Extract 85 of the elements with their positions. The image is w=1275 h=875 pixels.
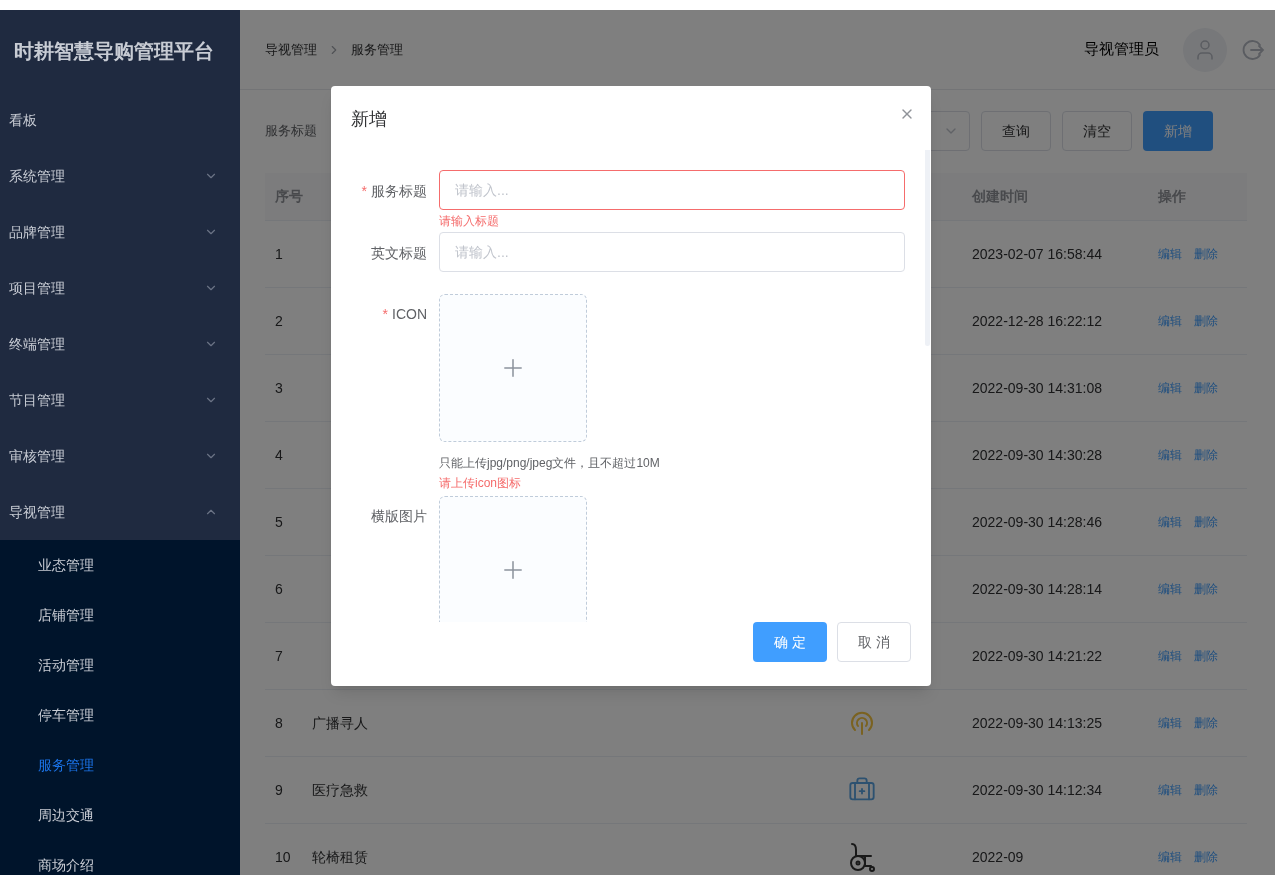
table-cell: 2022-09-30 14:31:08 bbox=[972, 379, 1102, 396]
cancel-button[interactable]: 取 消 bbox=[837, 622, 911, 662]
submenu-item[interactable]: 商场介绍 bbox=[0, 840, 240, 875]
upload-hint: 只能上传jpg/png/jpeg文件，且不超过10M bbox=[439, 455, 661, 472]
table-cell-text: 3 bbox=[274, 378, 284, 398]
edit-link[interactable]: 编辑 bbox=[1158, 245, 1182, 263]
delete-link[interactable]: 删除 bbox=[1194, 647, 1218, 665]
sidebar-item[interactable]: 审核管理 bbox=[0, 428, 240, 484]
edit-link[interactable]: 编辑 bbox=[1158, 714, 1182, 732]
table-cell-text: 1 bbox=[274, 244, 284, 264]
table-cell: 2022-09-30 14:28:14 bbox=[972, 580, 1102, 597]
edit-link[interactable]: 编辑 bbox=[1158, 580, 1182, 598]
sidebar-item[interactable]: 终端管理 bbox=[0, 316, 240, 372]
field-label: 横版图片 bbox=[371, 507, 427, 526]
filter-label: 服务标题 bbox=[265, 122, 318, 141]
dialog-title: 新增 bbox=[351, 107, 387, 131]
edit-link[interactable]: 编辑 bbox=[1158, 312, 1182, 330]
field-label: 英文标题 bbox=[371, 244, 427, 263]
text-input[interactable]: 请输入... bbox=[439, 170, 905, 210]
submenu-item[interactable]: 停车管理 bbox=[0, 690, 240, 740]
edit-link[interactable]: 编辑 bbox=[1158, 848, 1182, 866]
sidebar-item[interactable]: 系统管理 bbox=[0, 148, 240, 204]
table-cell: 2022-09-30 14:28:46 bbox=[972, 513, 1102, 530]
delete-link[interactable]: 删除 bbox=[1194, 714, 1218, 732]
table-cell: 2022-09 bbox=[972, 848, 1024, 865]
edit-link[interactable]: 编辑 bbox=[1158, 781, 1182, 799]
table-cell-text: 6 bbox=[274, 579, 284, 599]
avatar[interactable] bbox=[1183, 27, 1227, 72]
table-cell: 2022-09-30 14:21:22 bbox=[972, 647, 1102, 664]
table-cell: 2022-09-30 14:30:28 bbox=[972, 446, 1102, 463]
table-cell-text: 9 bbox=[274, 780, 284, 800]
table-cell-text: 8 bbox=[274, 713, 284, 733]
table-cell: 2023-02-07 16:58:44 bbox=[972, 245, 1102, 262]
confirm-button[interactable]: 确 定 bbox=[753, 622, 827, 662]
edit-link[interactable]: 编辑 bbox=[1158, 647, 1182, 665]
table-cell: 2022-09-30 14:13:25 bbox=[972, 714, 1102, 731]
wheelchair-icon bbox=[847, 842, 877, 872]
delete-link[interactable]: 删除 bbox=[1194, 312, 1218, 330]
delete-link[interactable]: 删除 bbox=[1194, 580, 1218, 598]
sidebar-item[interactable]: 导视管理 bbox=[0, 484, 240, 540]
submenu-item[interactable]: 业态管理 bbox=[0, 540, 240, 590]
user-name: 导视管理员 bbox=[1084, 39, 1159, 60]
delete-link[interactable]: 删除 bbox=[1194, 379, 1218, 397]
sidebar-item[interactable]: 品牌管理 bbox=[0, 204, 240, 260]
error-message: 请上传icon图标 bbox=[439, 475, 522, 492]
delete-link[interactable]: 删除 bbox=[1194, 781, 1218, 799]
edit-link[interactable]: 编辑 bbox=[1158, 379, 1182, 397]
table-cell-text: 7 bbox=[274, 646, 284, 666]
add-button[interactable]: 新增 bbox=[1143, 111, 1213, 151]
delete-link[interactable]: 删除 bbox=[1194, 848, 1218, 866]
table-cell-text: 10 bbox=[274, 847, 292, 867]
upload-box[interactable] bbox=[439, 496, 587, 622]
required-mark: * bbox=[382, 305, 388, 324]
filter-button[interactable]: 清空 bbox=[1062, 111, 1132, 151]
delete-link[interactable]: 删除 bbox=[1194, 245, 1218, 263]
submenu-item[interactable]: 周边交通 bbox=[0, 790, 240, 840]
upload-box[interactable] bbox=[439, 294, 587, 442]
scrollbar[interactable] bbox=[925, 150, 930, 346]
table-cell: 2022-12-28 16:22:12 bbox=[972, 312, 1102, 329]
submenu-item[interactable]: 店铺管理 bbox=[0, 590, 240, 640]
delete-link[interactable]: 删除 bbox=[1194, 446, 1218, 464]
broadcast-icon bbox=[849, 710, 875, 736]
table-cell-text: 2 bbox=[274, 311, 284, 331]
table-cell-text: 4 bbox=[274, 445, 284, 465]
table-cell: 2022-09-30 14:12:34 bbox=[972, 781, 1102, 798]
app-title: 时耕智慧导购管理平台 bbox=[14, 39, 214, 64]
submenu-item[interactable]: 服务管理 bbox=[0, 740, 240, 790]
breadcrumb-item: 服务管理 bbox=[351, 40, 403, 59]
sidebar-item[interactable]: 节目管理 bbox=[0, 372, 240, 428]
table-cell-text: 5 bbox=[274, 512, 284, 532]
submenu-item[interactable]: 活动管理 bbox=[0, 640, 240, 690]
logout-icon[interactable] bbox=[1241, 37, 1265, 62]
filter-button[interactable]: 查询 bbox=[981, 111, 1051, 151]
sidebar-item[interactable]: 项目管理 bbox=[0, 260, 240, 316]
edit-link[interactable]: 编辑 bbox=[1158, 513, 1182, 531]
table-cell: 医疗急救 bbox=[312, 781, 368, 798]
edit-link[interactable]: 编辑 bbox=[1158, 446, 1182, 464]
table-cell: 轮椅租赁 bbox=[312, 848, 368, 865]
delete-link[interactable]: 删除 bbox=[1194, 513, 1218, 531]
table-cell: 广播寻人 bbox=[312, 714, 368, 731]
field-label: 服务标题 bbox=[371, 182, 427, 201]
breadcrumb-item[interactable]: 导视管理 bbox=[265, 39, 317, 60]
sidebar-item[interactable]: 看板 bbox=[0, 92, 240, 148]
required-mark: * bbox=[361, 182, 367, 201]
field-label: ICON bbox=[392, 305, 427, 324]
